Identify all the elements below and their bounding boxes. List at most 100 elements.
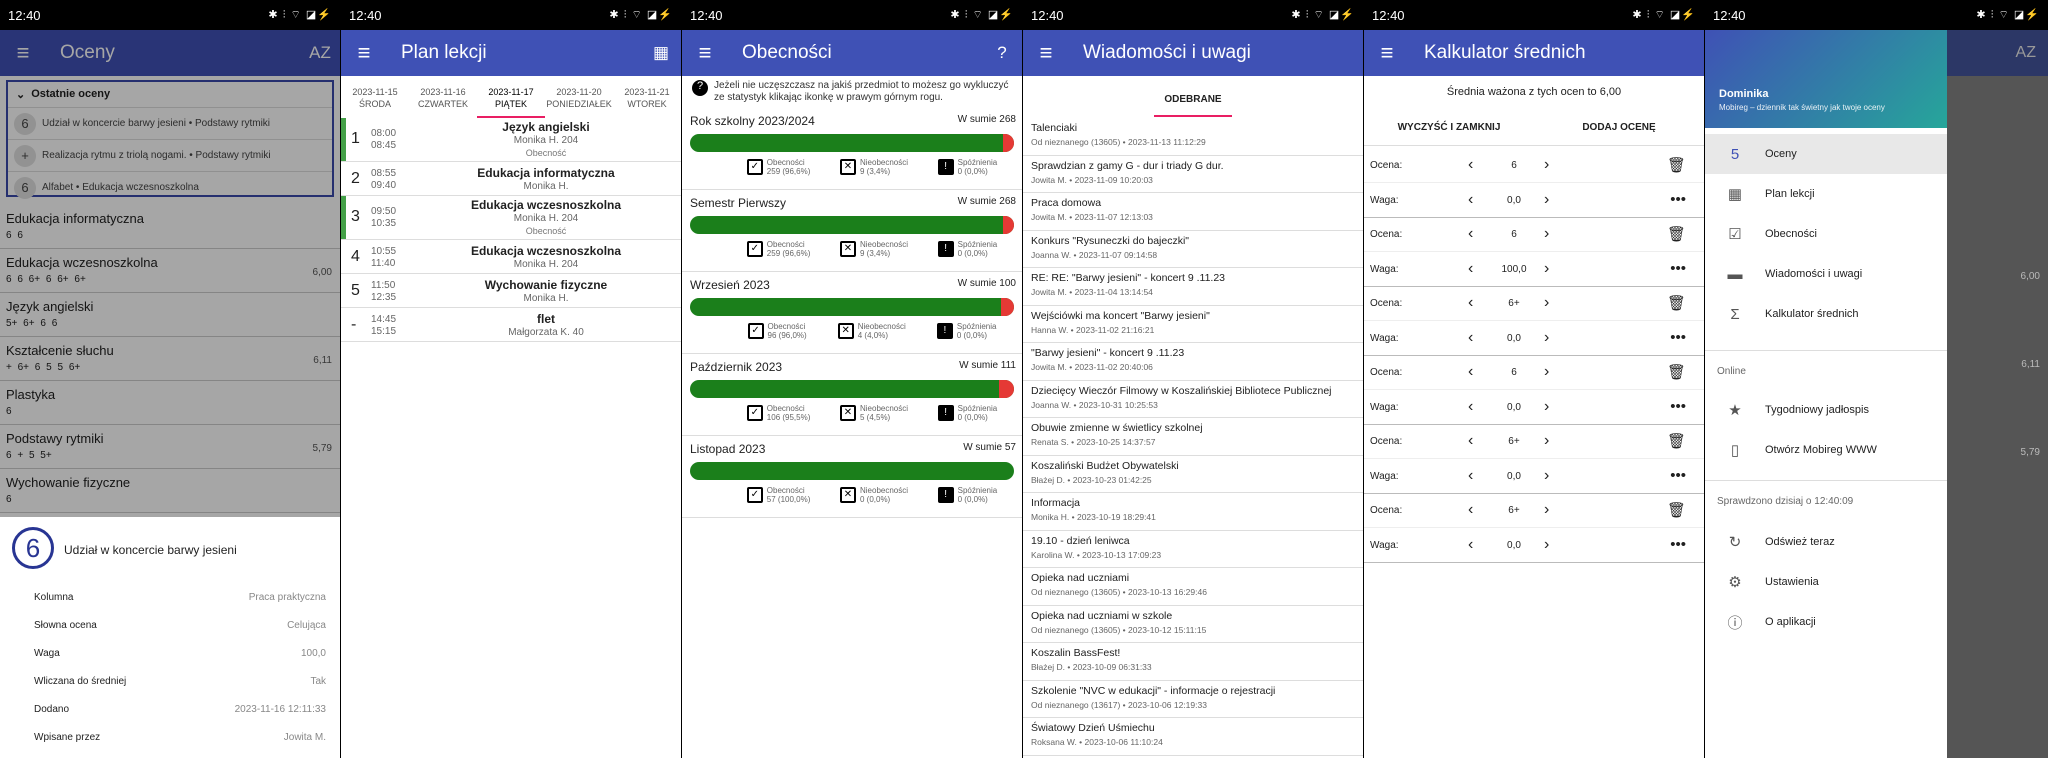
trash-icon[interactable]: 🗑 bbox=[1667, 363, 1686, 381]
drawer-item-grades[interactable]: 5 Oceny bbox=[1705, 134, 1947, 174]
message-item[interactable]: "Barwy jesieni" - koncert 9 .11.23 Jowita… bbox=[1023, 343, 1363, 381]
message-item[interactable]: Informacja Monika H. • 2023-10-19 18:29:4… bbox=[1023, 493, 1363, 531]
message-item[interactable]: Praca domowa Jowita M. • 2023-11-07 12:13… bbox=[1023, 193, 1363, 231]
attendance-period[interactable]: Październik 2023 W sumie 111 ✓ Obecności 106… bbox=[682, 356, 1022, 436]
trash-icon[interactable]: 🗑 bbox=[1667, 501, 1686, 519]
stat-label: Obecności bbox=[766, 158, 805, 167]
drawer-item-menu[interactable]: ★ Tygodniowy jadłospis bbox=[1705, 390, 1947, 430]
chevron-right-icon[interactable]: › bbox=[1544, 501, 1549, 519]
lesson-end: 10:35 bbox=[371, 218, 397, 229]
drawer-item-messages[interactable]: ▬ Wiadomości i uwagi bbox=[1705, 254, 1947, 294]
drawer-item-settings[interactable]: ⚙ Ustawienia bbox=[1705, 562, 1947, 602]
chevron-right-icon[interactable]: › bbox=[1544, 329, 1549, 347]
chevron-left-icon[interactable]: ‹ bbox=[1468, 225, 1473, 243]
date-tab[interactable]: 2023-11-16 CZWARTEK bbox=[409, 80, 477, 118]
message-item[interactable]: Sprawdzian z gamy G - dur i triady G dur… bbox=[1023, 156, 1363, 193]
drawer-item-schedule[interactable]: ▦ Plan lekcji bbox=[1705, 174, 1947, 214]
date-tab[interactable]: 2023-11-20 PONIEDZIAŁEK bbox=[545, 80, 613, 118]
lesson-row[interactable]: 3 09:50 10:35 Edukacja wczesnoszkolna Monika… bbox=[341, 196, 681, 240]
menu-icon[interactable]: ≡ bbox=[682, 40, 728, 66]
drawer-item-about[interactable]: ⓘ O aplikacji bbox=[1705, 602, 1947, 642]
message-item[interactable]: RE: RE: "Barwy jesieni" - koncert 9 .11.… bbox=[1023, 268, 1363, 306]
chevron-right-icon[interactable]: › bbox=[1544, 536, 1549, 554]
chevron-left-icon[interactable]: ‹ bbox=[1468, 156, 1473, 174]
date-tab[interactable]: 2023-11-21 WTOREK bbox=[613, 80, 681, 118]
chevron-left-icon[interactable]: ‹ bbox=[1468, 536, 1473, 554]
more-icon[interactable]: ••• bbox=[1670, 398, 1686, 415]
drawer-item-attendance[interactable]: ☑ Obecności bbox=[1705, 214, 1947, 254]
chevron-right-icon[interactable]: › bbox=[1544, 191, 1549, 209]
chevron-left-icon[interactable]: ‹ bbox=[1468, 432, 1473, 450]
lesson-row[interactable]: 2 08:55 09:40 Edukacja informatyczna Monika … bbox=[341, 162, 681, 196]
drawer-item-refresh[interactable]: ↻ Odśwież teraz bbox=[1705, 522, 1947, 562]
drawer-item-web[interactable]: ▯ Otwórz Mobireg WWW bbox=[1705, 430, 1947, 470]
message-item[interactable]: Obuwie zmienne w świetlicy szkolnej Renat… bbox=[1023, 418, 1363, 456]
date-tab[interactable]: 2023-11-15 ŚRODA bbox=[341, 80, 409, 118]
chevron-left-icon[interactable]: ‹ bbox=[1468, 294, 1473, 312]
lesson-row[interactable]: 5 11:50 12:35 Wychowanie fizyczne Monika H. bbox=[341, 274, 681, 308]
chevron-right-icon[interactable]: › bbox=[1544, 294, 1549, 312]
message-item[interactable]: Koszaliński Budżet Obywatelski Błażej D. … bbox=[1023, 456, 1363, 493]
attendance-period[interactable]: Listopad 2023 W sumie 57 ✓ Obecności 57 (100… bbox=[682, 438, 1022, 518]
attendance-period[interactable]: Wrzesień 2023 W sumie 100 ✓ Obecności 96 (96… bbox=[682, 274, 1022, 354]
trash-icon[interactable]: 🗑 bbox=[1667, 225, 1686, 243]
chevron-right-icon[interactable]: › bbox=[1544, 432, 1549, 450]
chevron-right-icon[interactable]: › bbox=[1544, 156, 1549, 174]
message-item[interactable]: 19.10 - dzień leniwca Karolina W. • 2023-… bbox=[1023, 531, 1363, 568]
message-item[interactable]: Wejściówki ma koncert "Barwy jesieni" Han… bbox=[1023, 306, 1363, 343]
chevron-left-icon[interactable]: ‹ bbox=[1468, 501, 1473, 519]
attendance-period[interactable]: Semestr Pierwszy W sumie 268 ✓ Obecności 259… bbox=[682, 192, 1022, 272]
attendance-period[interactable]: Rok szkolny 2023/2024 W sumie 268 ✓ Obecnoś… bbox=[682, 110, 1022, 190]
message-item[interactable]: Opieka nad uczniami Od nieznanego (13605)… bbox=[1023, 568, 1363, 606]
scrim[interactable] bbox=[0, 30, 340, 517]
chevron-left-icon[interactable]: ‹ bbox=[1468, 191, 1473, 209]
lesson-row[interactable]: -14:45 15:15 flet Małgorzata K. 40 bbox=[341, 308, 681, 342]
attendance-progress-bar bbox=[690, 216, 1014, 234]
help-icon[interactable]: ? bbox=[982, 43, 1022, 63]
more-icon[interactable]: ••• bbox=[1670, 536, 1686, 553]
lesson-start: 10:55 bbox=[371, 246, 397, 257]
chevron-right-icon[interactable]: › bbox=[1544, 260, 1549, 278]
chevron-left-icon[interactable]: ‹ bbox=[1468, 467, 1473, 485]
chevron-left-icon[interactable]: ‹ bbox=[1468, 363, 1473, 381]
more-icon[interactable]: ••• bbox=[1670, 191, 1686, 208]
message-item[interactable]: Talenciaki Od nieznanego (13605) • 2023-1… bbox=[1023, 118, 1363, 156]
menu-icon[interactable]: ≡ bbox=[1364, 40, 1410, 66]
grade-row: Ocena: ‹ 6+ › 🗑 bbox=[1364, 286, 1704, 321]
date-tab-selected[interactable]: 2023-11-17 PIĄTEK bbox=[477, 80, 545, 118]
chevron-left-icon[interactable]: ‹ bbox=[1468, 260, 1473, 278]
menu-icon[interactable]: ≡ bbox=[1023, 40, 1069, 66]
scrim[interactable]: 6,00 6,11 5,79 bbox=[1947, 76, 2048, 758]
more-icon[interactable]: ••• bbox=[1670, 329, 1686, 346]
more-icon[interactable]: ••• bbox=[1670, 260, 1686, 277]
chevron-right-icon[interactable]: › bbox=[1544, 225, 1549, 243]
lesson-row[interactable]: 4 10:55 11:40 Edukacja wczesnoszkolna Monika… bbox=[341, 240, 681, 274]
chevron-right-icon[interactable]: › bbox=[1544, 363, 1549, 381]
menu-icon[interactable]: ≡ bbox=[341, 40, 387, 66]
lesson-row[interactable]: 1 08:00 08:45 Język angielski Monika H. 204 O… bbox=[341, 118, 681, 162]
trash-icon[interactable]: 🗑 bbox=[1667, 294, 1686, 312]
message-item[interactable]: Szkolenie "NVC w edukacji" - informacje … bbox=[1023, 681, 1363, 718]
clear-and-close-button[interactable]: WYCZYŚĆ I ZAMKNIJ bbox=[1364, 122, 1534, 133]
message-item[interactable]: Opieka nad uczniami w szkole Od nieznaneg… bbox=[1023, 606, 1363, 643]
message-subject: 19.10 - dzień leniwca bbox=[1031, 534, 1130, 547]
trash-icon[interactable]: 🗑 bbox=[1667, 432, 1686, 450]
add-grade-button[interactable]: DODAJ OCENĘ bbox=[1534, 122, 1704, 133]
present-stat: ✓ Obecności 259 (96,6%) bbox=[746, 158, 810, 176]
calendar-icon[interactable]: ▦ bbox=[641, 43, 681, 63]
chevron-right-icon[interactable]: › bbox=[1544, 398, 1549, 416]
grades-icon: 5 bbox=[1730, 145, 1740, 163]
more-icon[interactable]: ••• bbox=[1670, 467, 1686, 484]
message-item[interactable]: Światowy Dzień Uśmiechu Roksana W. • 2023… bbox=[1023, 718, 1363, 756]
trash-icon[interactable]: 🗑 bbox=[1667, 156, 1686, 174]
message-item[interactable]: Koszalin BassFest! Błażej D. • 2023-10-09… bbox=[1023, 643, 1363, 681]
chevron-right-icon[interactable]: › bbox=[1544, 467, 1549, 485]
drawer-item-calculator[interactable]: Σ Kalkulator średnich bbox=[1705, 294, 1947, 334]
message-item[interactable]: Konkurs "Rysuneczki do bajeczki" Joanna W… bbox=[1023, 231, 1363, 268]
message-meta: Jowita M. • 2023-11-09 10:20:03 bbox=[1031, 174, 1153, 185]
chevron-left-icon[interactable]: ‹ bbox=[1468, 398, 1473, 416]
chevron-left-icon[interactable]: ‹ bbox=[1468, 329, 1473, 347]
tab-received[interactable]: ODEBRANE bbox=[1023, 80, 1363, 118]
checkbox-icon: ✓ bbox=[746, 405, 763, 421]
message-item[interactable]: Dziecięcy Wieczór Filmowy w Koszalińskie… bbox=[1023, 381, 1363, 418]
